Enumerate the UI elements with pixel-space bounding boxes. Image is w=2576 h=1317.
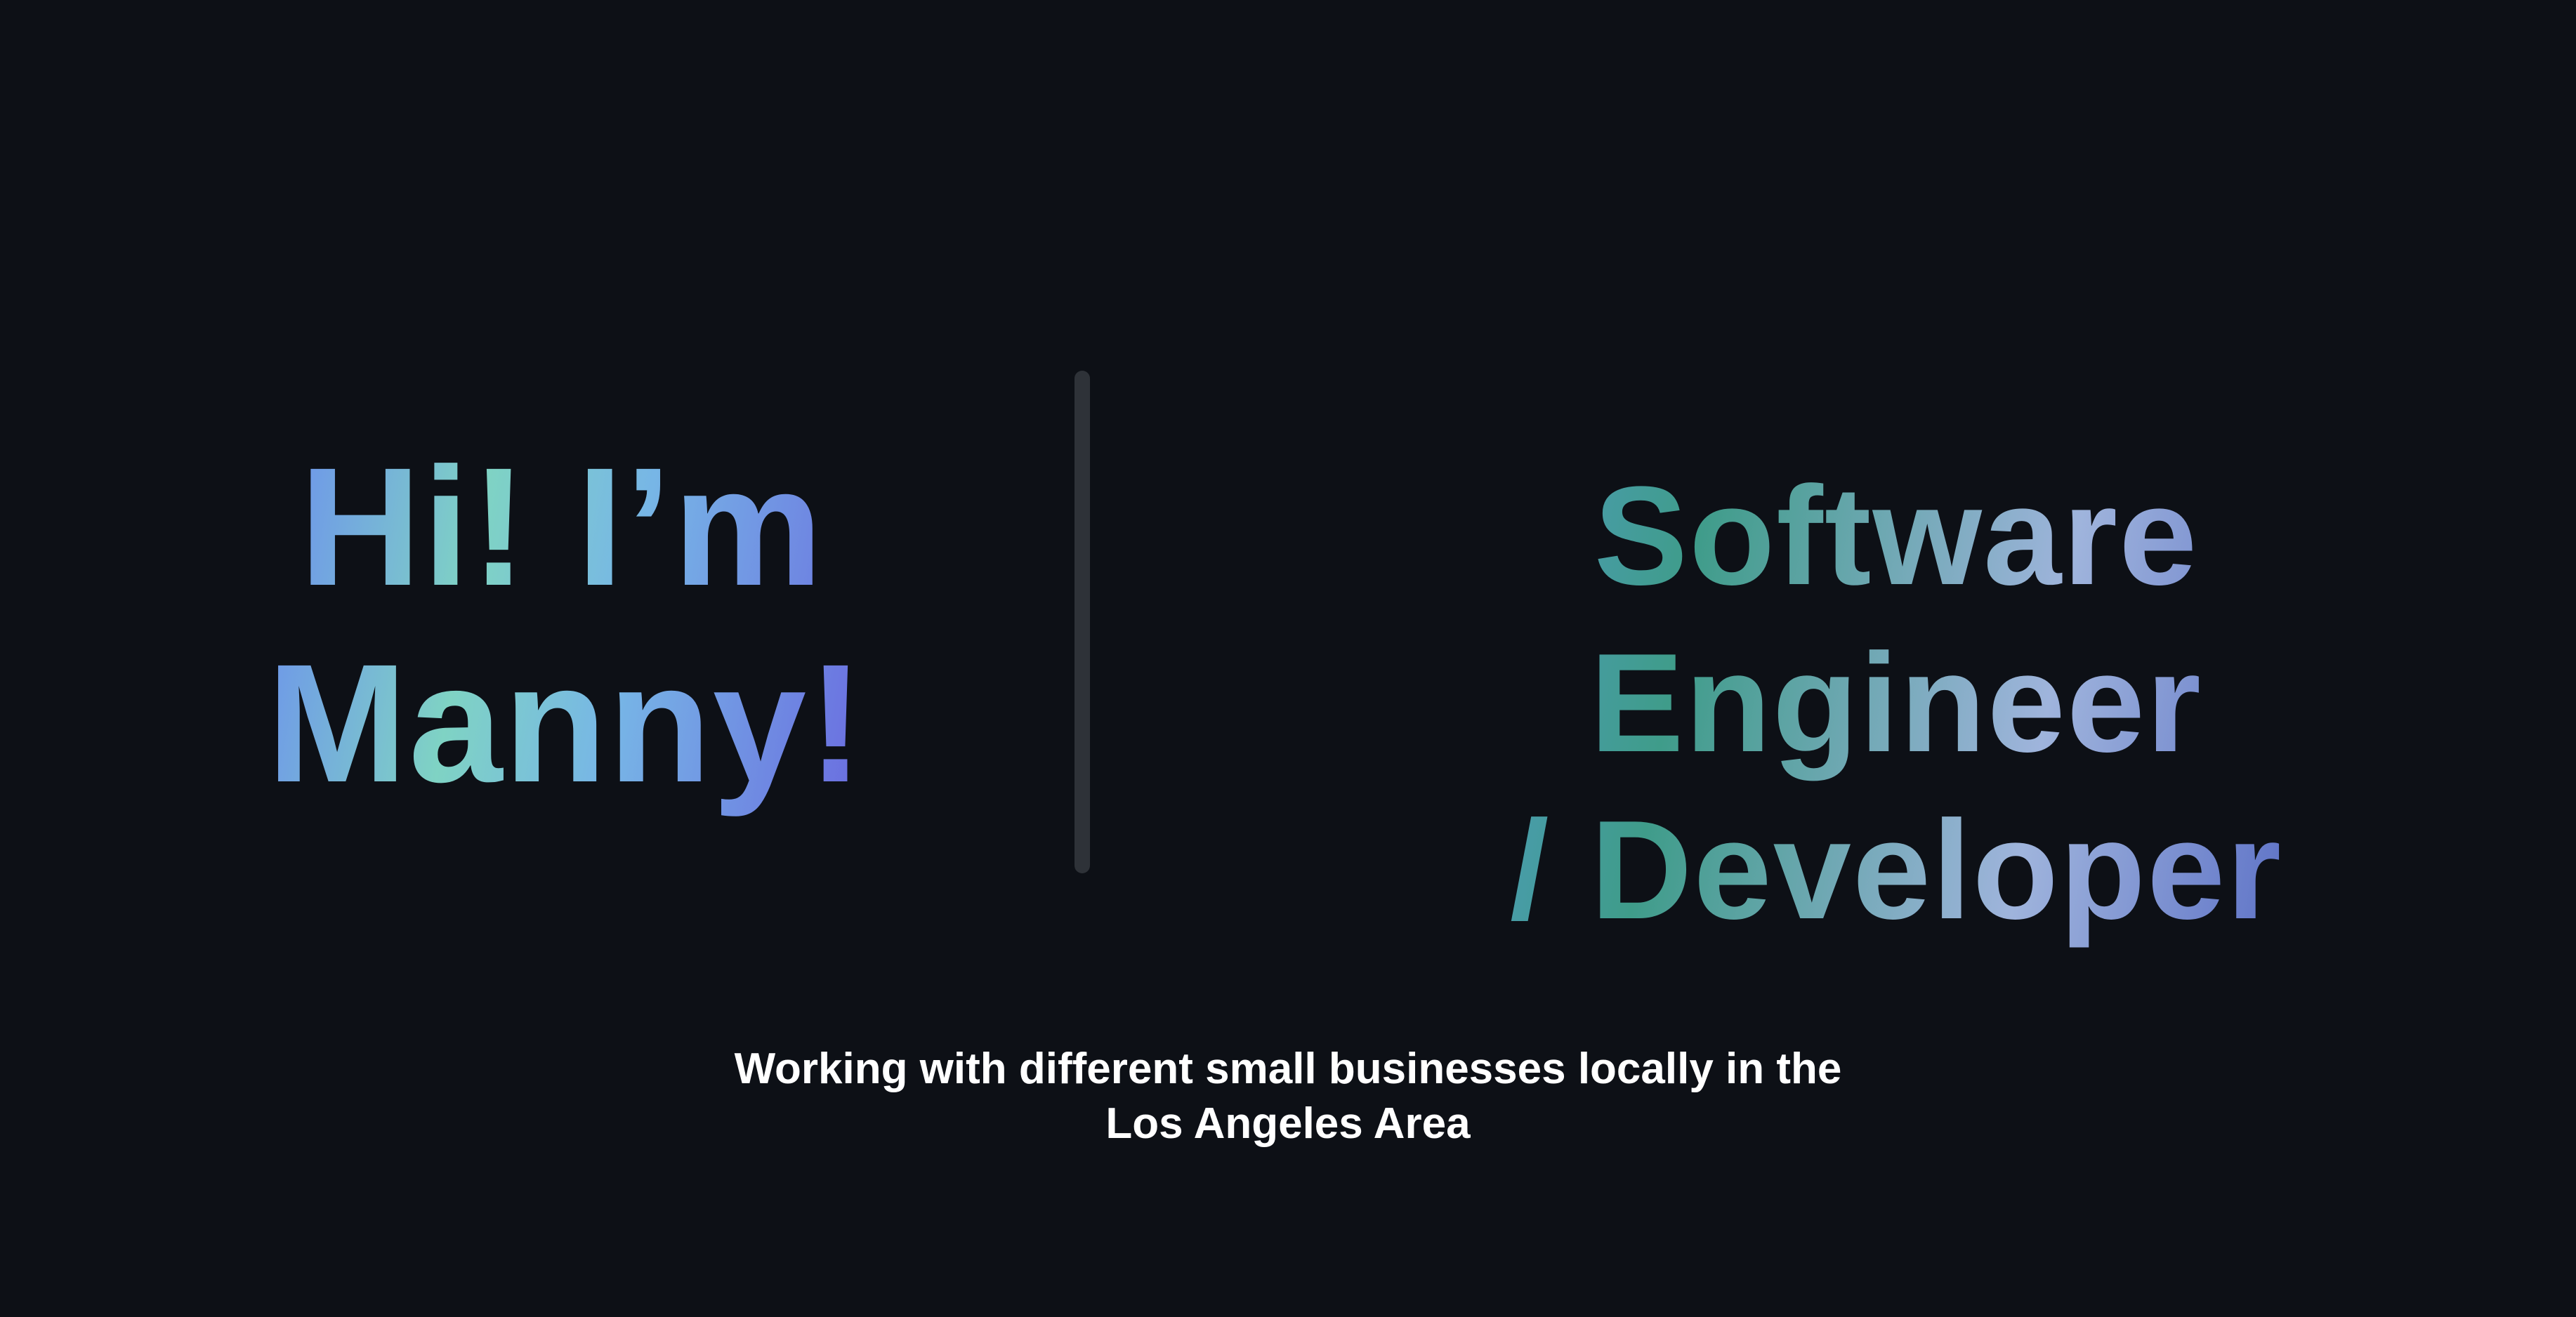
tagline-line-2: Los Angeles Area: [1105, 1099, 1471, 1148]
tagline: Working with different small businesses …: [656, 1042, 1920, 1151]
greeting-line-2: Manny!: [267, 629, 865, 817]
greeting-line-1: Hi! I’m: [299, 432, 824, 621]
tagline-line-1: Working with different small businesses …: [734, 1045, 1842, 1093]
greeting-heading: Hi! I’m Manny!: [267, 428, 857, 821]
role-line-1: Software Engineer: [1590, 458, 2202, 781]
vertical-divider: [1075, 371, 1090, 873]
hero-section: Hi! I’m Manny! Software Engineer / Devel…: [0, 0, 2576, 1317]
role-heading: Software Engineer / Developer: [1306, 453, 2486, 954]
role-line-2: / Developer: [1509, 792, 2283, 948]
